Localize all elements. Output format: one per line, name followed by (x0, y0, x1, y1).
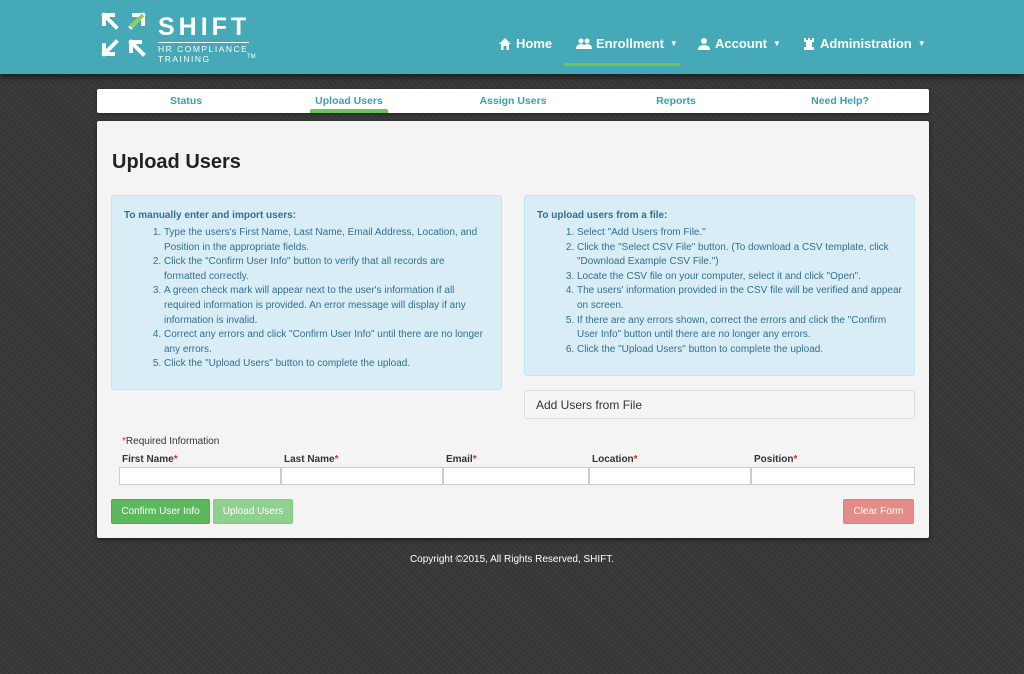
user-icon (698, 37, 710, 50)
confirm-user-info-button[interactable]: Confirm User Info (111, 499, 210, 524)
chevron-down-icon: ▼ (917, 39, 926, 48)
required-marker: * (793, 454, 798, 465)
required-marker: * (633, 454, 638, 465)
required-marker: * (472, 454, 477, 465)
chevron-down-icon: ▼ (773, 39, 781, 48)
add-users-from-file-toggle[interactable]: Add Users from File (524, 390, 915, 419)
upload-users-button[interactable]: Upload Users (213, 499, 293, 524)
required-info-label: Required Information (125, 436, 220, 447)
nav-administration-label: Administration (820, 36, 912, 51)
file-instructions: To upload users from a file: Select "Add… (524, 195, 915, 376)
brand-divider (158, 42, 249, 43)
nav-account[interactable]: Account ▼ (697, 36, 781, 51)
brand-subtitle-line2: TRAINING (158, 54, 211, 64)
location-input[interactable] (589, 467, 751, 485)
list-item: The users' information provided in the C… (577, 284, 902, 313)
last-name-input[interactable] (281, 467, 443, 485)
tab-need-help[interactable]: Need Help? (811, 95, 869, 107)
nav-enrollment[interactable]: Enrollment ▼ (576, 36, 678, 51)
list-item: Select "Add Users from File." (577, 226, 902, 241)
list-item: Click the "Confirm User Info" button to … (164, 255, 489, 284)
brand-subtitle-line1: HR COMPLIANCE (158, 44, 249, 54)
manual-steps-list: Type the users's First Name, Last Name, … (124, 226, 489, 372)
file-instructions-heading: To upload users from a file: (537, 210, 668, 221)
manual-instructions: To manually enter and import users: Type… (111, 195, 502, 390)
position-input[interactable] (751, 467, 915, 485)
brand-subtitle: HR COMPLIANCE TRAINING (158, 44, 258, 64)
list-item: A green check mark will appear next to t… (164, 284, 489, 328)
tab-upload-users[interactable]: Upload Users (315, 95, 383, 107)
column-label: Email (446, 454, 473, 465)
column-location: Location* (592, 454, 638, 465)
column-email: Email* (446, 454, 477, 465)
brand-name: SHIFT (158, 13, 251, 41)
list-item: Type the users's First Name, Last Name, … (164, 226, 489, 255)
column-first-name: First Name* (122, 454, 178, 465)
list-item: Click the "Upload Users" button to compl… (164, 357, 489, 372)
nav-administration[interactable]: Administration ▼ (802, 36, 926, 51)
brand-trademark: TM (247, 54, 256, 60)
tab-assign-users[interactable]: Assign Users (479, 95, 546, 107)
nav-active-indicator (564, 63, 681, 66)
list-item: Click the "Select CSV File" button. (To … (577, 241, 902, 270)
list-item: Locate the CSV file on your computer, se… (577, 270, 902, 285)
nav-enrollment-label: Enrollment (596, 36, 664, 51)
top-navbar: SHIFT HR COMPLIANCE TRAINING TM Home Enr… (0, 0, 1024, 74)
tab-active-indicator (310, 109, 388, 113)
upload-users-panel: Upload Users To manually enter and impor… (97, 121, 929, 538)
manual-instructions-heading: To manually enter and import users: (124, 210, 297, 221)
list-item: Click the "Upload Users" button to compl… (577, 343, 902, 358)
required-marker: * (334, 454, 339, 465)
column-last-name: Last Name* (284, 454, 338, 465)
list-item: If there are any errors shown, correct t… (577, 314, 902, 343)
column-label: Position (754, 454, 794, 465)
users-icon (576, 38, 592, 49)
tab-reports[interactable]: Reports (656, 95, 696, 107)
first-name-input[interactable] (119, 467, 281, 485)
required-info-note: *Required Information (122, 436, 219, 447)
subnav-bar: Status Upload Users Assign Users Reports… (97, 89, 929, 113)
home-icon (499, 37, 511, 50)
tab-status[interactable]: Status (170, 95, 202, 107)
nav-home-label: Home (516, 36, 553, 51)
column-label: Location (592, 454, 634, 465)
nav-home[interactable]: Home (498, 36, 552, 51)
list-item: Correct any errors and click "Confirm Us… (164, 328, 489, 357)
column-label: Last Name (284, 454, 335, 465)
required-marker: * (173, 454, 178, 465)
footer-copyright: Copyright ©2015, All Rights Reserved, SH… (409, 554, 615, 565)
shift-logo[interactable]: SHIFT HR COMPLIANCE TRAINING TM (101, 12, 261, 64)
shift-arrows-icon (101, 12, 146, 57)
chevron-down-icon: ▼ (669, 39, 678, 48)
rook-icon (804, 37, 814, 50)
nav-account-label: Account (715, 36, 767, 51)
email-input[interactable] (443, 467, 589, 485)
page-title: Upload Users (112, 151, 241, 173)
column-position: Position* (754, 454, 797, 465)
column-label: First Name (122, 454, 174, 465)
file-steps-list: Select "Add Users from File." Click the … (537, 226, 902, 357)
clear-form-button[interactable]: Clear Form (843, 499, 914, 524)
